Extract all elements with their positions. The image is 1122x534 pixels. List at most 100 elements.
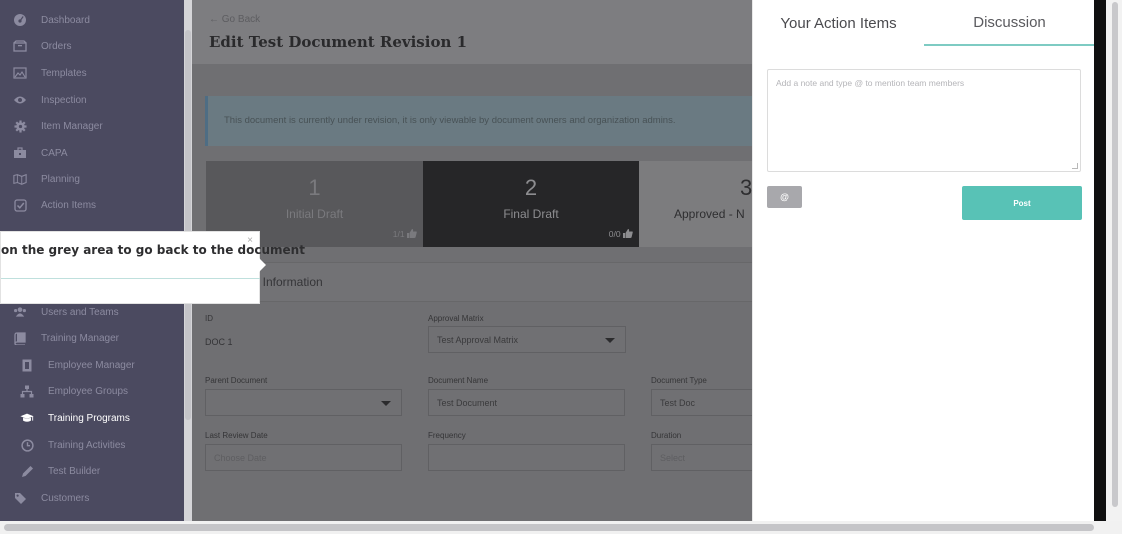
last-review-date-label: Last Review Date xyxy=(205,431,268,440)
stage-likes: 0/0 xyxy=(609,229,633,239)
sidebar-item-label: Training Activities xyxy=(48,439,126,451)
sidebar-item-orders[interactable]: Orders xyxy=(0,33,184,59)
note-input[interactable] xyxy=(767,69,1081,172)
stage-likes: 1/1 xyxy=(393,229,417,239)
thumbs-up-icon xyxy=(407,229,417,238)
sidebar-item-label: Templates xyxy=(41,67,87,79)
close-icon[interactable]: × xyxy=(247,235,253,246)
stage-number: 3 xyxy=(740,175,752,200)
parent-document-select[interactable] xyxy=(205,389,402,416)
stage-final-draft[interactable]: 2 Final Draft 0/0 xyxy=(423,161,639,247)
orders-icon xyxy=(13,39,27,53)
discussion-panel: Your Action Items Discussion @ Post xyxy=(752,0,1095,521)
stage-likes-count: 1/1 xyxy=(392,229,405,239)
frequency-label: Frequency xyxy=(428,431,466,440)
sidebar-item-planning[interactable]: Planning xyxy=(0,166,184,192)
stage-number: 2 xyxy=(524,175,538,200)
duration-select[interactable]: Select xyxy=(651,444,752,471)
parent-document-label: Parent Document xyxy=(205,376,268,385)
sidebar-item-label: Training Programs xyxy=(48,412,130,424)
sidebar-item-training-activities[interactable]: Training Activities xyxy=(0,432,184,458)
approval-matrix-select[interactable]: Test Approval Matrix xyxy=(428,326,626,353)
briefcase-icon xyxy=(13,146,27,160)
document-information-section: t Information xyxy=(206,262,752,302)
map-icon xyxy=(13,172,27,186)
eye-icon xyxy=(13,93,27,107)
page-title: Edit Test Document Revision 1 xyxy=(209,33,468,51)
sidebar-item-templates[interactable]: Templates xyxy=(0,60,184,86)
tooltip-divider xyxy=(1,278,260,279)
tooltip-text: on the grey area to go back to the docum… xyxy=(1,243,305,257)
resize-handle-icon[interactable] xyxy=(1072,163,1078,169)
sidebar-item-label: Employee Manager xyxy=(48,359,135,371)
sidebar-item-dashboard[interactable]: Dashboard xyxy=(0,7,184,33)
sidebar-item-label: Inspection xyxy=(41,94,87,106)
pencil-icon xyxy=(20,464,34,478)
stage-likes-count: 0/0 xyxy=(608,229,621,239)
users-icon xyxy=(13,305,27,319)
frequency-field[interactable] xyxy=(428,444,625,471)
stage-name: Approved - N xyxy=(674,207,745,221)
sidebar-item-employee-manager[interactable]: Employee Manager xyxy=(0,352,184,378)
gear-icon xyxy=(13,119,27,133)
horizontal-scrollbar-thumb[interactable] xyxy=(4,524,1094,531)
document-name-field[interactable]: Test Document xyxy=(428,389,625,416)
app-window: Dashboard Orders Templates Inspection It… xyxy=(0,0,1122,534)
sitemap-icon xyxy=(20,384,34,398)
stage-approved[interactable]: 3 Approved - N xyxy=(639,161,752,247)
page-header: ← Go Back Edit Test Document Revision 1 xyxy=(192,0,752,64)
last-review-date-placeholder: Choose Date xyxy=(214,453,267,463)
sidebar-item-label: Training Manager xyxy=(41,332,120,344)
approval-matrix-label: Approval Matrix xyxy=(428,314,484,323)
checkbox-icon xyxy=(13,198,27,212)
stage-name: Initial Draft xyxy=(285,207,344,221)
id-label: ID xyxy=(205,314,213,323)
templates-icon xyxy=(13,66,27,80)
id-card-icon xyxy=(20,358,34,372)
tag-icon xyxy=(13,491,27,505)
mention-button[interactable]: @ xyxy=(767,186,802,208)
chevron-down-icon xyxy=(381,401,391,406)
document-type-field[interactable]: Test Doc xyxy=(651,389,752,416)
sidebar-item-label: Dashboard xyxy=(41,14,90,26)
document-type-value: Test Doc xyxy=(660,398,696,408)
sidebar-item-employee-groups[interactable]: Employee Groups xyxy=(0,378,184,404)
tab-your-action-items[interactable]: Your Action Items xyxy=(753,0,924,46)
section-title: t Information xyxy=(256,275,323,289)
id-value: DOC 1 xyxy=(205,337,233,347)
revision-notice-text: This document is currently under revisio… xyxy=(224,115,676,126)
last-review-date-field[interactable]: Choose Date xyxy=(205,444,402,471)
sidebar-item-customers[interactable]: Customers xyxy=(0,485,184,511)
duration-label: Duration xyxy=(651,431,682,440)
walkthrough-tooltip: on the grey area to go back to the docum… xyxy=(0,231,305,304)
dashboard-icon xyxy=(13,13,27,27)
sidebar-item-test-builder[interactable]: Test Builder xyxy=(0,458,184,484)
sidebar-item-label: Customers xyxy=(41,492,90,504)
sidebar-item-inspection[interactable]: Inspection xyxy=(0,87,184,113)
clock-icon xyxy=(20,438,34,452)
sidebar-item-action-items[interactable]: Action Items xyxy=(0,192,184,218)
sidebar-item-capa[interactable]: CAPA xyxy=(0,140,184,166)
sidebar-item-training-manager[interactable]: Training Manager xyxy=(0,325,184,351)
chevron-down-icon xyxy=(605,338,615,343)
sidebar-item-label: Item Manager xyxy=(41,120,103,132)
tab-discussion[interactable]: Discussion xyxy=(924,0,1095,46)
revision-notice: This document is currently under revisio… xyxy=(205,96,752,146)
main-content-overlay[interactable]: ← Go Back Edit Test Document Revision 1 … xyxy=(192,0,752,521)
sidebar-item-item-manager[interactable]: Item Manager xyxy=(0,113,184,139)
go-back-link[interactable]: ← Go Back xyxy=(209,14,260,25)
thumbs-up-icon xyxy=(623,229,633,238)
sidebar-scrollbar-thumb[interactable] xyxy=(185,30,191,420)
sidebar-item-label: CAPA xyxy=(41,147,68,159)
sidebar-item-label: Users and Teams xyxy=(41,306,119,318)
duration-placeholder: Select xyxy=(660,453,686,463)
vertical-scrollbar-thumb[interactable] xyxy=(1112,2,1118,507)
stage-number: 1 xyxy=(308,175,321,200)
sidebar-item-label: Test Builder xyxy=(48,465,101,477)
sidebar-item-training-programs[interactable]: Training Programs xyxy=(0,405,184,431)
sidebar-item-label: Orders xyxy=(41,40,72,52)
document-name-value: Test Document xyxy=(437,398,498,408)
document-name-label: Document Name xyxy=(428,376,489,385)
book-icon xyxy=(13,331,27,345)
post-button[interactable]: Post xyxy=(962,186,1082,220)
